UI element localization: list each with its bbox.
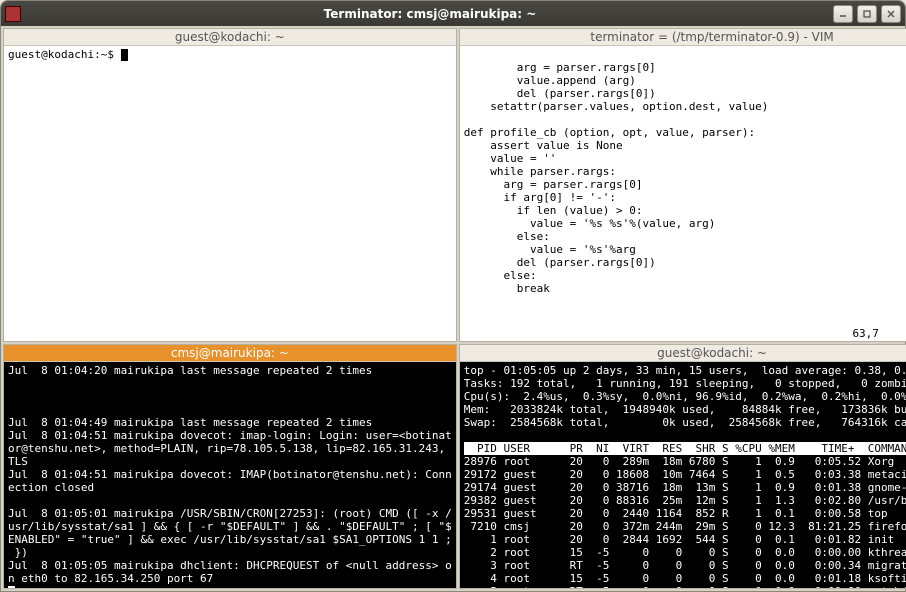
pane-title-tl: guest@kodachi: ~ <box>4 29 456 46</box>
terminal-bl[interactable]: Jul 8 01:04:20 mairukipa last message re… <box>4 362 456 588</box>
terminal-tl[interactable]: guest@kodachi:~$ <box>4 46 456 341</box>
main-window: Terminator: cmsj@mairukipa: ~ guest@koda… <box>0 0 906 592</box>
vim-status: 63,7 50% <box>852 327 906 340</box>
top-summary: top - 01:05:05 up 2 days, 33 min, 15 use… <box>464 364 906 429</box>
vim-code: arg = parser.rargs[0] value.append (arg)… <box>464 61 769 295</box>
top-column-header: PID USER PR NI VIRT RES SHR S %CPU %MEM … <box>464 442 906 455</box>
terminal-br[interactable]: top - 01:05:05 up 2 days, 33 min, 15 use… <box>460 362 906 588</box>
pane-top-left[interactable]: guest@kodachi: ~ guest@kodachi:~$ <box>3 28 457 342</box>
pane-title-tr: terminator = (/tmp/terminator-0.9) - VIM <box>460 29 906 46</box>
syslog-text: Jul 8 01:04:20 mairukipa last message re… <box>8 364 452 585</box>
pane-top-right[interactable]: terminator = (/tmp/terminator-0.9) - VIM… <box>459 28 906 342</box>
cursor-icon <box>8 586 15 588</box>
pane-title-br: guest@kodachi: ~ <box>460 345 906 362</box>
cursor-icon <box>121 49 128 61</box>
titlebar[interactable]: Terminator: cmsj@mairukipa: ~ <box>1 1 905 26</box>
app-icon <box>5 6 21 22</box>
prompt-tl: guest@kodachi:~$ <box>8 48 121 61</box>
terminal-tr[interactable]: arg = parser.rargs[0] value.append (arg)… <box>460 46 906 341</box>
top-rows: 28976 root 20 0 289m 18m 6780 S 1 0.9 0:… <box>464 455 906 588</box>
window-title: Terminator: cmsj@mairukipa: ~ <box>27 7 833 21</box>
window-buttons <box>833 5 901 23</box>
minimize-button[interactable] <box>833 5 853 23</box>
pane-title-bl: cmsj@mairukipa: ~ <box>4 345 456 362</box>
pane-grid: guest@kodachi: ~ guest@kodachi:~$ termin… <box>1 26 905 591</box>
close-button[interactable] <box>881 5 901 23</box>
pane-bottom-right[interactable]: guest@kodachi: ~ top - 01:05:05 up 2 day… <box>459 344 906 589</box>
maximize-button[interactable] <box>857 5 877 23</box>
pane-bottom-left[interactable]: cmsj@mairukipa: ~ Jul 8 01:04:20 mairuki… <box>3 344 457 589</box>
